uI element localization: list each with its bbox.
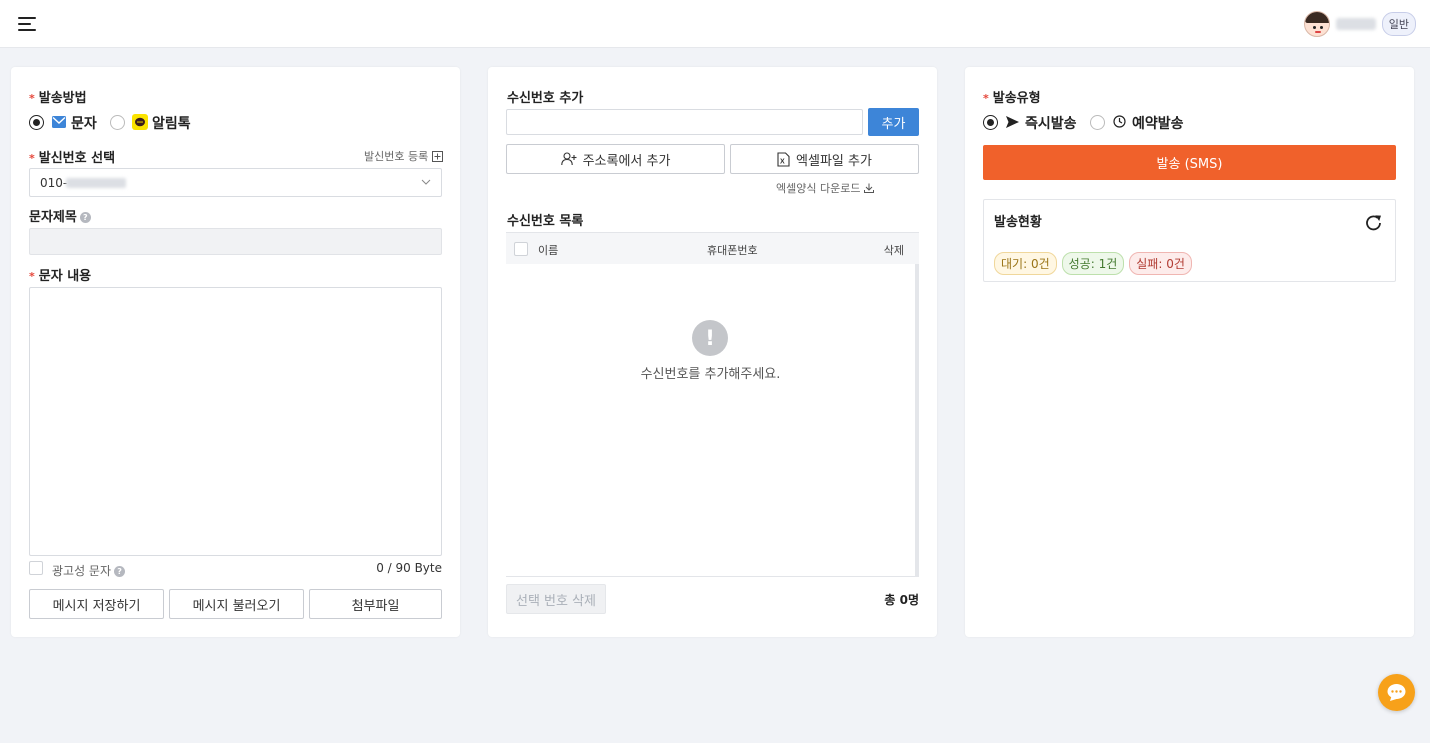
add-excel-button[interactable]: X 엑셀파일 추가 [730, 144, 919, 174]
sender-number-select[interactable]: 010- [29, 168, 442, 197]
recipient-list-label: 수신번호 목록 [507, 214, 584, 229]
radio-method-sms[interactable] [29, 115, 44, 130]
scrollbar[interactable] [915, 264, 919, 577]
column-phone: 휴대폰번호 [707, 244, 758, 257]
recipient-number-input[interactable] [506, 109, 863, 135]
help-icon[interactable]: ? [79, 212, 91, 223]
user-name-redacted [1335, 18, 1376, 30]
empty-message: 수신번호를 추가해주세요. [640, 367, 781, 382]
sender-number-redacted [66, 178, 126, 188]
ad-message-label: 광고성 문자? [52, 562, 126, 579]
send-icon [1006, 116, 1019, 128]
sender-register-text[interactable]: 발신번호 등록 [364, 148, 428, 164]
sender-number-label: * 발신번호 선택 [29, 151, 116, 166]
download-icon[interactable] [864, 183, 875, 193]
empty-alert-icon: ! [692, 320, 728, 356]
status-waiting-badge: 대기: 0건 [994, 252, 1057, 275]
send-status-box: 발송현황 대기: 0건 성공: 1건 실패: 0건 [983, 199, 1396, 282]
excel-template-download[interactable]: 엑셀양식 다운로드 [776, 180, 875, 196]
excel-button-label[interactable]: 엑셀파일 추가 [796, 150, 872, 169]
status-chips: 대기: 0건 성공: 1건 실패: 0건 [994, 252, 1192, 275]
sender-register-link[interactable]: 발신번호 등록 [364, 148, 444, 164]
addressbook-button-label[interactable]: 주소록에서 추가 [583, 150, 671, 169]
excel-download-text[interactable]: 엑셀양식 다운로드 [776, 180, 860, 196]
status-fail-badge: 실패: 0건 [1129, 252, 1192, 275]
add-from-addressbook-button[interactable]: 주소록에서 추가 [506, 144, 725, 174]
help-icon[interactable]: ? [114, 566, 126, 577]
send-status-title: 발송현황 [994, 215, 1042, 230]
column-name: 이름 [538, 244, 559, 257]
attach-file-button[interactable]: 첨부파일 [309, 589, 442, 619]
total-count: 총 0명 [884, 593, 919, 607]
user-grade-badge: 일반 [1381, 12, 1416, 36]
delete-selected-button[interactable]: 선택 번호 삭제 [506, 584, 606, 614]
radio-send-now[interactable] [983, 115, 998, 130]
ad-message-checkbox[interactable] [29, 561, 43, 575]
method-sms-label[interactable]: 문자 [71, 113, 97, 133]
recipient-table-header: 이름 휴대폰번호 삭제 [506, 232, 919, 264]
send-now-label[interactable]: 즉시발송 [1025, 113, 1077, 133]
message-title-label: 문자제목? [29, 206, 91, 225]
save-message-button[interactable]: 메시지 저장하기 [29, 589, 164, 619]
send-type-label: * 발송유형 [983, 91, 1041, 106]
excel-file-icon: X [777, 151, 790, 167]
load-message-button[interactable]: 메시지 불러오기 [169, 589, 304, 619]
kakao-icon [132, 114, 148, 130]
send-panel: * 발송유형 즉시발송 예약발송 발송 (SMS) 발송현황 대기: 0건 성공:… [965, 67, 1414, 637]
recipient-table-body: ! 수신번호를 추가해주세요. [506, 264, 919, 577]
message-content-label: * 문자 내용 [29, 269, 92, 284]
byte-counter: 0 / 90 Byte [376, 561, 442, 575]
message-compose-panel: * 발송방법 문자 알림톡 * 발신번호 선택 발신번호 등록 010- 문자제목?… [11, 67, 460, 637]
chat-bubble-icon[interactable] [1386, 683, 1407, 702]
user-info[interactable]: 일반 [1303, 11, 1416, 37]
sender-number-value: 010- [40, 176, 68, 190]
message-title-input[interactable] [29, 228, 442, 255]
radio-method-alimtalk[interactable] [110, 115, 125, 130]
add-user-icon [560, 152, 577, 166]
message-content-textarea[interactable] [29, 287, 442, 556]
method-alimtalk-label[interactable]: 알림톡 [152, 113, 191, 133]
recipient-add-label: 수신번호 추가 [507, 91, 584, 106]
radio-send-reserve[interactable] [1090, 115, 1105, 130]
recipient-panel: 수신번호 추가 추가 주소록에서 추가 X 엑셀파일 추가 엑셀양식 다운로드 … [488, 67, 937, 637]
svg-text:X: X [780, 158, 785, 165]
send-reserve-label[interactable]: 예약발송 [1132, 113, 1184, 133]
mail-icon [52, 116, 66, 128]
column-delete: 삭제 [883, 244, 904, 257]
top-bar: 일반 [0, 0, 1430, 48]
status-success-badge: 성공: 1건 [1061, 252, 1125, 275]
send-method-label: * 발송방법 [29, 91, 87, 106]
select-all-checkbox[interactable] [514, 242, 528, 256]
plus-box-icon[interactable] [432, 150, 444, 162]
menu-icon[interactable] [18, 15, 38, 33]
chevron-down-icon [421, 179, 431, 185]
refresh-icon[interactable] [1364, 213, 1384, 233]
send-button[interactable]: 발송 (SMS) [983, 145, 1396, 180]
chat-button[interactable] [1378, 674, 1415, 711]
add-recipient-button[interactable]: 추가 [868, 108, 919, 136]
avatar[interactable] [1303, 11, 1330, 37]
clock-icon [1113, 115, 1126, 128]
